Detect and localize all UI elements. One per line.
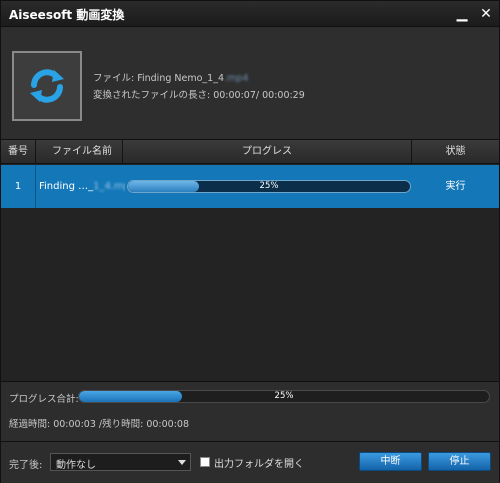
current-file-blurred-extension: .mp4 xyxy=(224,73,249,84)
bottom-panel: プログレス合計: 25% 経過時間: 00:00:03 /残り時間: 00:00… xyxy=(1,381,499,483)
refresh-arrows-icon xyxy=(30,69,64,103)
column-header-filename[interactable]: ファイル名前 xyxy=(36,140,123,164)
elapsed-remaining-time: 経過時間: 00:00:03 /残り時間: 00:00:08 xyxy=(9,419,189,430)
chevron-down-icon xyxy=(178,460,186,465)
footer-divider xyxy=(1,441,499,442)
total-progress-bar: 25% xyxy=(78,390,490,403)
column-header-number[interactable]: 番号 xyxy=(1,140,36,164)
task-table: 番号 ファイル名前 プログレス 状態 1 Finding …_1_4.mp4 2… xyxy=(1,139,499,381)
window-title: Aiseesoft 動画変換 xyxy=(9,8,125,22)
conversion-thumbnail xyxy=(12,51,82,121)
minimize-button[interactable]: ▁ xyxy=(453,5,471,23)
current-file-label: ファイル: Finding Nemo_1_4 xyxy=(93,73,225,84)
table-row[interactable]: 1 Finding …_1_4.mp4 25% 実行 xyxy=(1,165,499,208)
total-progress-text: 25% xyxy=(274,391,294,401)
title-bar: Aiseesoft 動画変換 ▁ ✕ xyxy=(1,1,499,27)
column-header-progress[interactable]: プログレス xyxy=(123,140,412,164)
stop-button[interactable]: 停止 xyxy=(428,452,491,471)
converted-length-text: 変換されたファイルの長さ: 00:00:07/ 00:00:29 xyxy=(93,90,305,101)
after-completion-label: 完了後: xyxy=(9,460,43,471)
after-completion-value: 動作なし xyxy=(56,460,96,471)
pause-button[interactable]: 中断 xyxy=(359,452,422,471)
total-progress-label: プログレス合計: xyxy=(9,394,79,405)
open-output-folder-label[interactable]: 出力フォルダを開く xyxy=(214,455,304,470)
open-output-folder-checkbox[interactable] xyxy=(200,457,210,467)
row-progress-bar: 25% xyxy=(127,180,411,193)
after-completion-select[interactable]: 動作なし xyxy=(50,453,191,471)
row-status: 実行 xyxy=(445,181,466,192)
close-button[interactable]: ✕ xyxy=(477,5,495,23)
conversion-info-panel: ファイル: Finding Nemo_1_4.mp4 変換されたファイルの長さ:… xyxy=(1,28,499,138)
table-header: 番号 ファイル名前 プログレス 状態 xyxy=(1,140,499,164)
current-file-line: ファイル: Finding Nemo_1_4.mp4 xyxy=(93,70,248,84)
row-filename-visible: Finding …_ xyxy=(39,181,94,192)
converter-window: Aiseesoft 動画変換 ▁ ✕ ファイル: Finding Nemo_1_… xyxy=(0,0,500,483)
column-header-status[interactable]: 状態 xyxy=(412,140,499,164)
row-filename: Finding …_1_4.mp4 xyxy=(39,165,125,208)
row-filename-blurred: 1_4.mp4 xyxy=(93,181,125,192)
row-number: 1 xyxy=(1,165,36,208)
row-progress-text: 25% xyxy=(259,181,279,191)
